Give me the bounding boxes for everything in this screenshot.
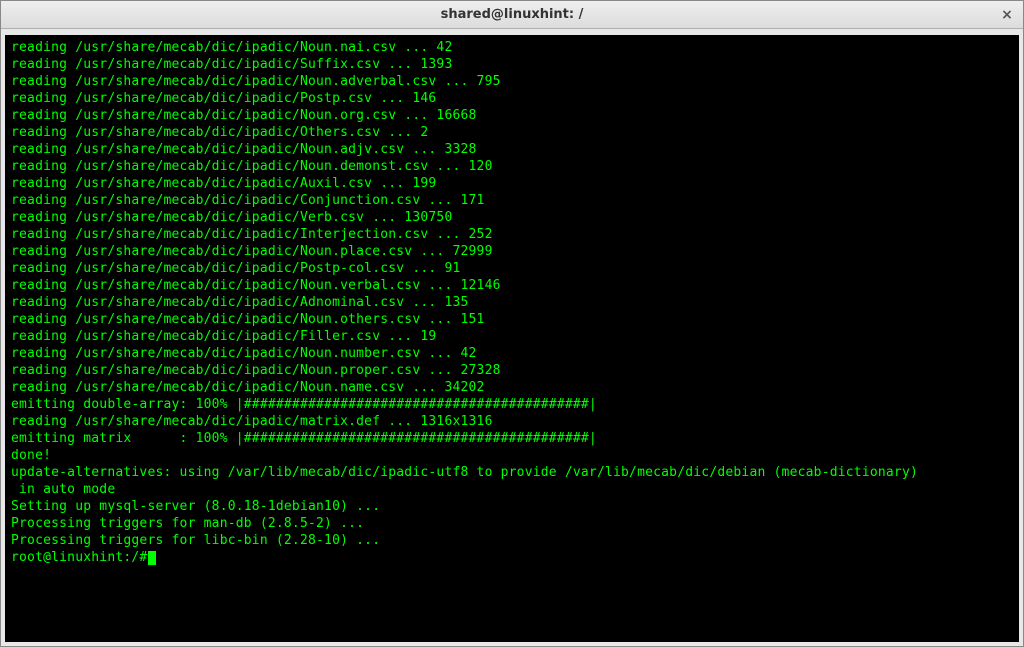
terminal-area[interactable]: reading /usr/share/mecab/dic/ipadic/Noun… [1,29,1023,646]
output-line: Processing triggers for libc-bin (2.28-1… [11,532,1013,549]
output-line: reading /usr/share/mecab/dic/ipadic/Noun… [11,39,1013,56]
terminal-output: reading /usr/share/mecab/dic/ipadic/Noun… [9,37,1015,640]
output-line: Processing triggers for man-db (2.8.5-2)… [11,515,1013,532]
output-line: reading /usr/share/mecab/dic/ipadic/Noun… [11,243,1013,260]
output-line: reading /usr/share/mecab/dic/ipadic/Conj… [11,192,1013,209]
output-line: reading /usr/share/mecab/dic/ipadic/Othe… [11,124,1013,141]
output-line: reading /usr/share/mecab/dic/ipadic/Noun… [11,141,1013,158]
cursor-icon [148,551,156,565]
output-line: reading /usr/share/mecab/dic/ipadic/Noun… [11,107,1013,124]
output-line: reading /usr/share/mecab/dic/ipadic/Noun… [11,362,1013,379]
terminal-window: shared@linuxhint: / × reading /usr/share… [0,0,1024,647]
output-line: reading /usr/share/mecab/dic/ipadic/Auxi… [11,175,1013,192]
output-line: Setting up mysql-server (8.0.18-1debian1… [11,498,1013,515]
output-line: reading /usr/share/mecab/dic/ipadic/Noun… [11,311,1013,328]
output-line: reading /usr/share/mecab/dic/ipadic/Verb… [11,209,1013,226]
output-line: reading /usr/share/mecab/dic/ipadic/Noun… [11,345,1013,362]
output-line: reading /usr/share/mecab/dic/ipadic/Noun… [11,379,1013,396]
output-line: reading /usr/share/mecab/dic/ipadic/Adno… [11,294,1013,311]
output-line: reading /usr/share/mecab/dic/ipadic/Noun… [11,73,1013,90]
output-line: reading /usr/share/mecab/dic/ipadic/Suff… [11,56,1013,73]
output-line: reading /usr/share/mecab/dic/ipadic/Noun… [11,158,1013,175]
output-line: reading /usr/share/mecab/dic/ipadic/Inte… [11,226,1013,243]
output-line: reading /usr/share/mecab/dic/ipadic/Fill… [11,328,1013,345]
output-line: update-alternatives: using /var/lib/meca… [11,464,1013,481]
output-line: emitting matrix : 100% |################… [11,430,1013,447]
output-line: in auto mode [11,481,1013,498]
output-line: reading /usr/share/mecab/dic/ipadic/matr… [11,413,1013,430]
output-line: emitting double-array: 100% |###########… [11,396,1013,413]
output-line: reading /usr/share/mecab/dic/ipadic/Noun… [11,277,1013,294]
output-line: reading /usr/share/mecab/dic/ipadic/Post… [11,90,1013,107]
output-line: done! [11,447,1013,464]
close-icon[interactable]: × [999,7,1015,23]
titlebar[interactable]: shared@linuxhint: / × [1,1,1023,29]
output-line: reading /usr/share/mecab/dic/ipadic/Post… [11,260,1013,277]
prompt-text: root@linuxhint:/# [11,549,147,566]
prompt-line[interactable]: root@linuxhint:/# [11,549,1013,566]
window-title: shared@linuxhint: / [441,7,584,22]
